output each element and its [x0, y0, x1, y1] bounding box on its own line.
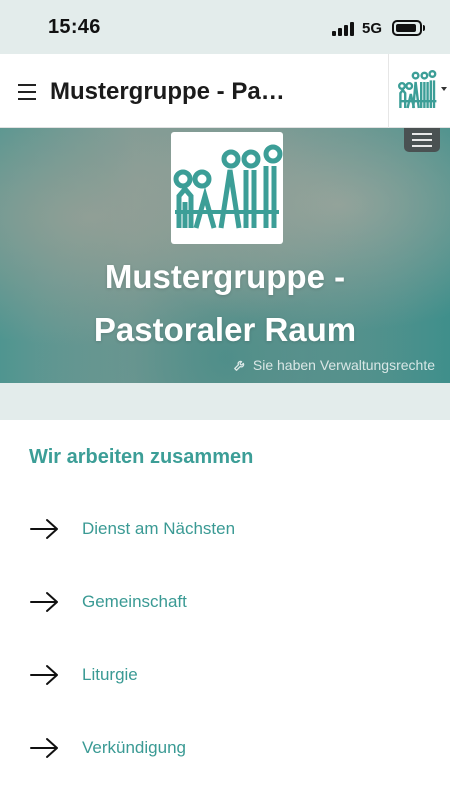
app-header: Mustergruppe - Pastoraler Raum — [0, 54, 450, 128]
battery-icon — [392, 20, 425, 36]
content-card: Wir arbeiten zusammen Dienst am Nächsten… — [0, 420, 450, 800]
status-time: 15:46 — [48, 16, 101, 38]
link-verkuendigung[interactable]: Verkündigung — [0, 724, 450, 774]
link-liturgie[interactable]: Liturgie — [0, 651, 450, 701]
hero-title-line1: Mustergruppe - — [104, 258, 346, 295]
arrow-right-icon — [30, 592, 58, 612]
page-title: Mustergruppe - Pastoraler Raum — [50, 78, 286, 105]
chevron-down-icon — [441, 87, 447, 91]
link-label[interactable]: Dienst am Nächsten — [82, 519, 235, 539]
hero-banner: Mustergruppe - Pastoraler Raum Sie haben… — [0, 128, 450, 383]
link-label[interactable]: Verkündigung — [82, 738, 186, 758]
group-logo — [171, 132, 283, 244]
arrow-right-icon — [30, 665, 58, 685]
link-label[interactable]: Liturgie — [82, 665, 138, 685]
link-gemeinschaft[interactable]: Gemeinschaft — [0, 578, 450, 628]
admin-rights-label: Sie haben Verwaltungsrechte — [252, 357, 435, 373]
hero-title-line2: Pastoraler Raum — [93, 311, 357, 348]
arrow-right-icon — [30, 519, 58, 539]
signal-icon — [332, 22, 356, 36]
network-label: 5G — [362, 20, 383, 37]
hero-title: Mustergruppe - Pastoraler Raum — [0, 250, 450, 356]
group-logo-icon — [398, 70, 437, 109]
arrow-right-icon — [30, 738, 58, 758]
admin-rights-note: Sie haben Verwaltungsrechte — [233, 357, 435, 373]
group-logo-icon — [173, 144, 283, 229]
hero-menu-button[interactable] — [404, 128, 440, 152]
link-label[interactable]: Gemeinschaft — [82, 592, 187, 612]
hamburger-menu-icon[interactable] — [18, 84, 36, 100]
group-switcher[interactable] — [388, 54, 450, 128]
status-bar: 15:46 5G — [0, 0, 450, 54]
wrench-icon — [233, 360, 245, 371]
section-title: Wir arbeiten zusammen — [29, 446, 254, 468]
link-dienst-am-naechsten[interactable]: Dienst am Nächsten — [0, 505, 450, 555]
